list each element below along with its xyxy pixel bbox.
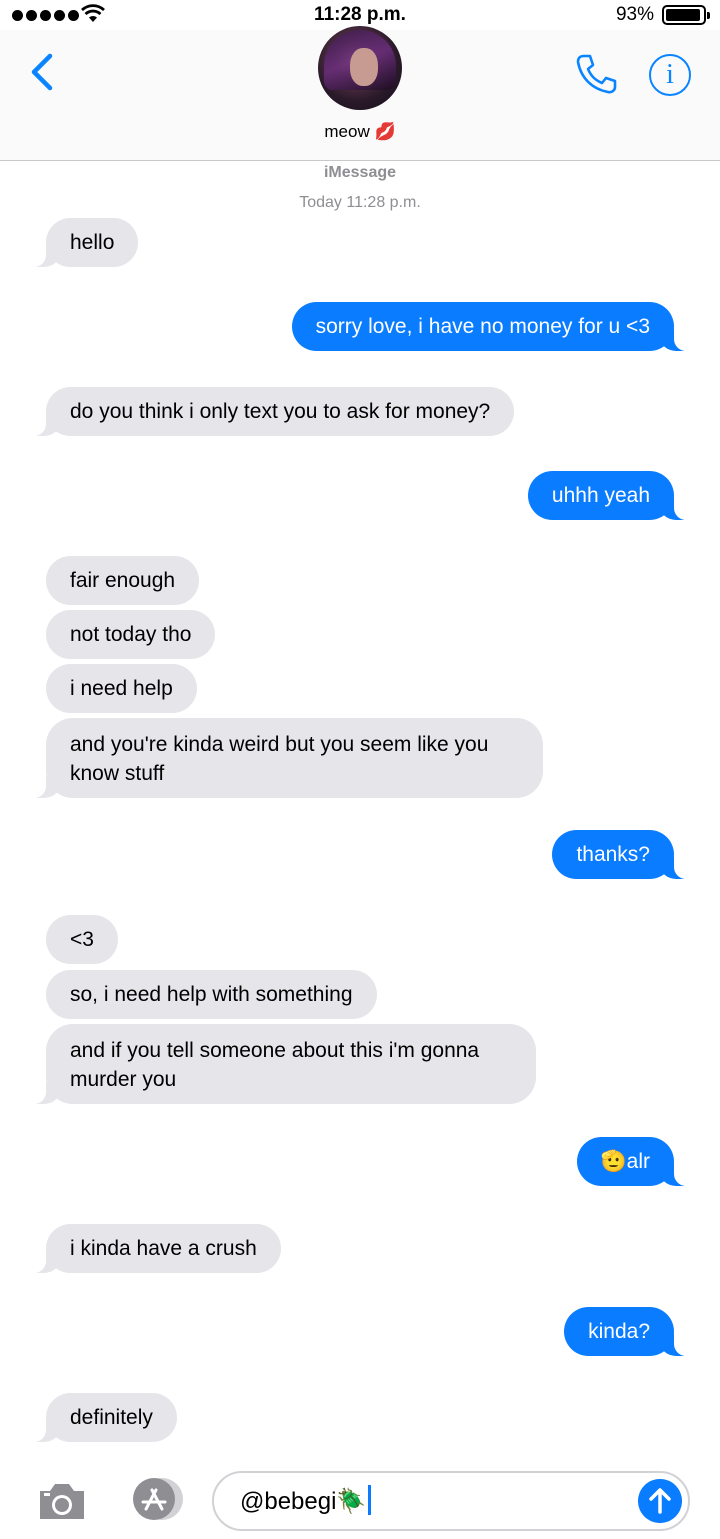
conversation-header: meow 💋 i <box>0 26 720 161</box>
message-text: do you think i only text you to ask for … <box>70 400 491 423</box>
app-store-icon[interactable] <box>122 1477 186 1521</box>
chevron-left-icon[interactable] <box>22 50 62 94</box>
message-bubble-incoming[interactable]: do you think i only text you to ask for … <box>23 387 515 436</box>
message-text: fair enough <box>70 569 176 592</box>
date-label: Today 11:28 p.m. <box>299 194 421 211</box>
message-text: kinda? <box>588 1320 650 1343</box>
message-text: <3 <box>70 928 94 951</box>
message-input[interactable]: @bebegi🪲 <box>212 1471 690 1531</box>
message-text: sorry love, i have no money for u <3 <box>315 315 650 338</box>
message-text: uhhh yeah <box>551 484 650 507</box>
message-bubble-incoming[interactable]: i need help <box>46 664 197 713</box>
phone-icon[interactable] <box>572 50 620 98</box>
battery-icon <box>662 5 710 25</box>
message-bubble-outgoing[interactable]: uhhh yeah <box>527 471 697 520</box>
message-bubble-outgoing[interactable]: sorry love, i have no money for u <3 <box>291 302 697 351</box>
status-time: 11:28 p.m. <box>314 4 406 25</box>
message-text: not today tho <box>70 623 192 646</box>
battery-percent: 93% <box>615 4 654 25</box>
message-bubble-incoming[interactable]: so, i need help with something <box>46 970 377 1019</box>
message-text: so, i need help with something <box>70 983 353 1006</box>
message-bubble-outgoing[interactable]: thanks? <box>552 830 696 879</box>
message-text: thanks? <box>576 843 650 866</box>
message-text: i kinda have a crush <box>70 1237 257 1260</box>
service-label: iMessage <box>323 164 397 181</box>
message-text: i need help <box>70 677 173 700</box>
message-text: and you're kinda weird but you seem like… <box>70 733 489 785</box>
avatar[interactable] <box>318 26 402 110</box>
message-bubble-incoming[interactable]: and if you tell someone about this i'm g… <box>24 1024 536 1104</box>
message-bubble-incoming[interactable]: not today tho <box>46 610 216 659</box>
contact-name[interactable]: meow 💋 <box>0 122 720 142</box>
message-text: 🫡alr <box>600 1150 651 1173</box>
composer-bar: @bebegi🪲 <box>0 1465 720 1539</box>
message-bubble-incoming[interactable]: <3 <box>46 915 118 964</box>
message-bubble-incoming[interactable]: and you're kinda weird but you seem like… <box>24 718 543 798</box>
message-bubble-outgoing[interactable]: 🫡alr <box>576 1137 696 1186</box>
message-text: definitely <box>70 1406 153 1429</box>
message-bubble-incoming[interactable]: definitely <box>24 1393 177 1442</box>
message-text: hello <box>70 231 115 254</box>
message-input-text: @bebegi🪲 <box>240 1488 367 1515</box>
send-arrow-icon[interactable] <box>638 1479 682 1523</box>
message-text: and if you tell someone about this i'm g… <box>70 1039 480 1091</box>
message-bubble-incoming[interactable]: fair enough <box>46 556 200 605</box>
message-bubble-incoming[interactable]: hello <box>23 218 139 267</box>
info-icon[interactable]: i <box>649 54 691 96</box>
message-bubble-outgoing[interactable]: kinda? <box>564 1307 696 1356</box>
message-bubble-incoming[interactable]: i kinda have a crush <box>24 1224 281 1273</box>
camera-icon[interactable] <box>36 1479 88 1523</box>
text-cursor <box>368 1485 372 1515</box>
